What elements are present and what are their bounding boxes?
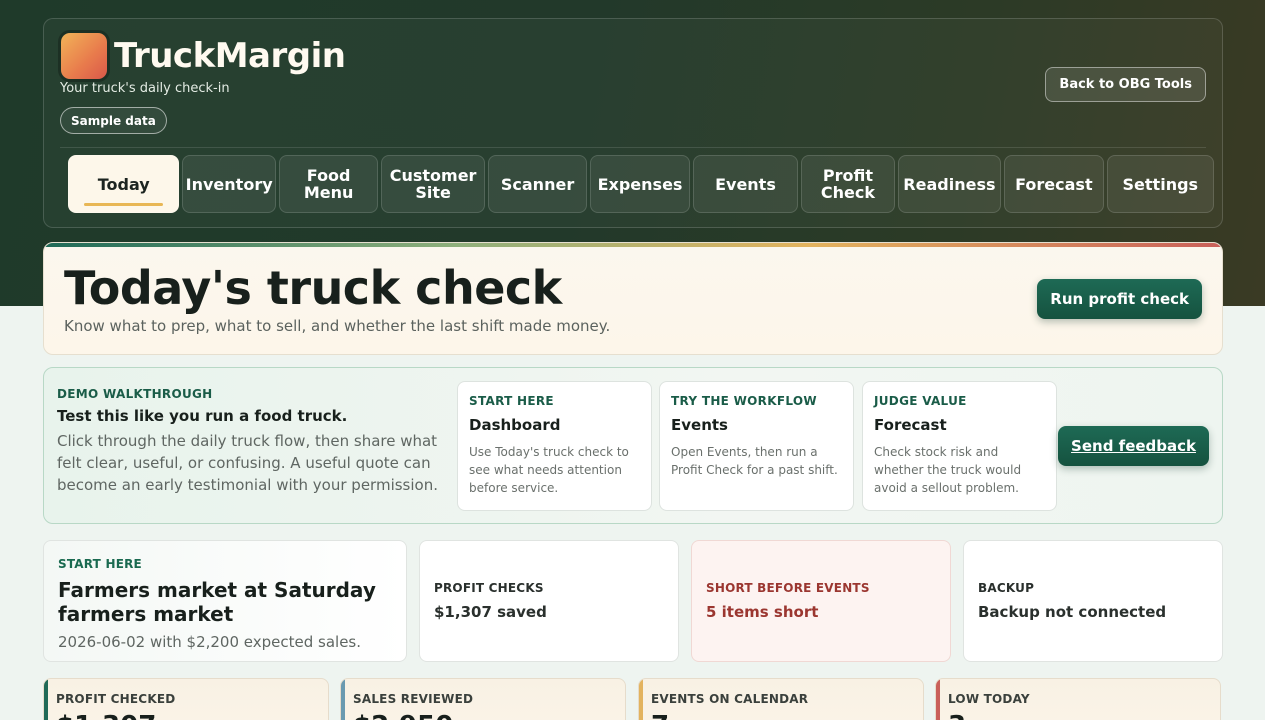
- page-title: Today's truck check: [64, 261, 562, 315]
- step-eyebrow: TRY THE WORKFLOW: [671, 394, 817, 408]
- metric-low-today: LOW TODAY 3: [935, 678, 1221, 720]
- step-eyebrow: JUDGE VALUE: [874, 394, 967, 408]
- tab-settings[interactable]: Settings: [1106, 155, 1215, 213]
- metric-label: PROFIT CHECKED: [56, 692, 176, 706]
- metric-profit-checked: PROFIT CHECKED $1,307: [43, 678, 329, 720]
- next-event-title: Farmers market at Saturday farmers marke…: [58, 578, 376, 626]
- tab-events[interactable]: Events: [692, 155, 799, 213]
- metric-value: $1,307: [56, 711, 156, 720]
- metric-value: $2,950: [353, 711, 453, 720]
- metric-accent-bar: [44, 679, 48, 720]
- tab-profit-check[interactable]: Profit Check: [801, 155, 895, 213]
- step-card-dashboard[interactable]: START HERE Dashboard Use Today's truck c…: [457, 381, 652, 511]
- card-value: $1,307 saved: [434, 603, 547, 621]
- demo-title: Test this like you run a food truck.: [57, 407, 348, 425]
- demo-body: Click through the daily truck flow, then…: [57, 432, 438, 494]
- card-value: Backup not connected: [978, 603, 1167, 621]
- next-event-details: 2026-06-02 with $2,200 expected sales.: [58, 633, 362, 651]
- step-body: Open Events, then run a Profit Check for…: [671, 445, 838, 477]
- tab-expenses[interactable]: Expenses: [590, 155, 690, 213]
- main-tabs: Today Inventory Food Menu Customer Site …: [68, 155, 1215, 213]
- metric-accent-bar: [341, 679, 345, 720]
- step-card-forecast[interactable]: JUDGE VALUE Forecast Check stock risk an…: [862, 381, 1057, 511]
- card-eyebrow: SHORT BEFORE EVENTS: [706, 581, 870, 595]
- app-header: TruckMargin Your truck's daily check-in …: [43, 18, 1223, 228]
- tab-today[interactable]: Today: [68, 155, 180, 213]
- step-card-events[interactable]: TRY THE WORKFLOW Events Open Events, the…: [659, 381, 854, 511]
- sample-data-badge[interactable]: Sample data: [60, 107, 167, 134]
- metric-label: EVENTS ON CALENDAR: [651, 692, 809, 706]
- header-divider: [60, 147, 1206, 148]
- metric-sales-reviewed: SALES REVIEWED $2,950: [340, 678, 626, 720]
- demo-walkthrough-panel: DEMO WALKTHROUGH Test this like you run …: [43, 367, 1223, 524]
- step-body: Use Today's truck check to see what need…: [469, 445, 629, 495]
- tab-food-menu[interactable]: Food Menu: [278, 155, 379, 213]
- brand-name: TruckMargin: [114, 36, 346, 76]
- demo-eyebrow: DEMO WALKTHROUGH: [57, 387, 213, 401]
- step-title: Events: [671, 416, 728, 434]
- metric-events-on-calendar: EVENTS ON CALENDAR 7: [638, 678, 924, 720]
- card-eyebrow: PROFIT CHECKS: [434, 581, 544, 595]
- tab-readiness[interactable]: Readiness: [897, 155, 1002, 213]
- step-body: Check stock risk and whether the truck w…: [874, 445, 1022, 495]
- metric-label: LOW TODAY: [948, 692, 1030, 706]
- card-eyebrow: BACKUP: [978, 581, 1035, 595]
- back-to-tools-button[interactable]: Back to OBG Tools: [1045, 67, 1206, 102]
- short-before-events-card[interactable]: SHORT BEFORE EVENTS 5 items short: [691, 540, 951, 662]
- next-event-card[interactable]: START HERE Farmers market at Saturday fa…: [43, 540, 407, 662]
- metric-accent-bar: [936, 679, 940, 720]
- send-feedback-button[interactable]: Send feedback: [1058, 426, 1209, 466]
- tagline: Your truck's daily check-in: [60, 81, 230, 96]
- metric-accent-bar: [639, 679, 643, 720]
- profit-checks-card[interactable]: PROFIT CHECKS $1,307 saved: [419, 540, 679, 662]
- page-subtitle: Know what to prep, what to sell, and whe…: [64, 317, 611, 335]
- card-value: 5 items short: [706, 603, 819, 621]
- metric-label: SALES REVIEWED: [353, 692, 474, 706]
- run-profit-check-button[interactable]: Run profit check: [1037, 279, 1202, 319]
- tab-inventory[interactable]: Inventory: [182, 155, 276, 213]
- step-title: Forecast: [874, 416, 947, 434]
- metric-value: 7: [651, 711, 669, 720]
- backup-card[interactable]: BACKUP Backup not connected: [963, 540, 1223, 662]
- tab-customer-site[interactable]: Customer Site: [381, 155, 485, 213]
- hero-panel: Today's truck check Know what to prep, w…: [43, 242, 1223, 355]
- tab-forecast[interactable]: Forecast: [1004, 155, 1104, 213]
- tab-scanner[interactable]: Scanner: [487, 155, 588, 213]
- card-eyebrow: START HERE: [58, 557, 142, 571]
- truck-logo-icon: [61, 33, 107, 79]
- metric-value: 3: [948, 711, 966, 720]
- step-eyebrow: START HERE: [469, 394, 554, 408]
- step-title: Dashboard: [469, 416, 561, 434]
